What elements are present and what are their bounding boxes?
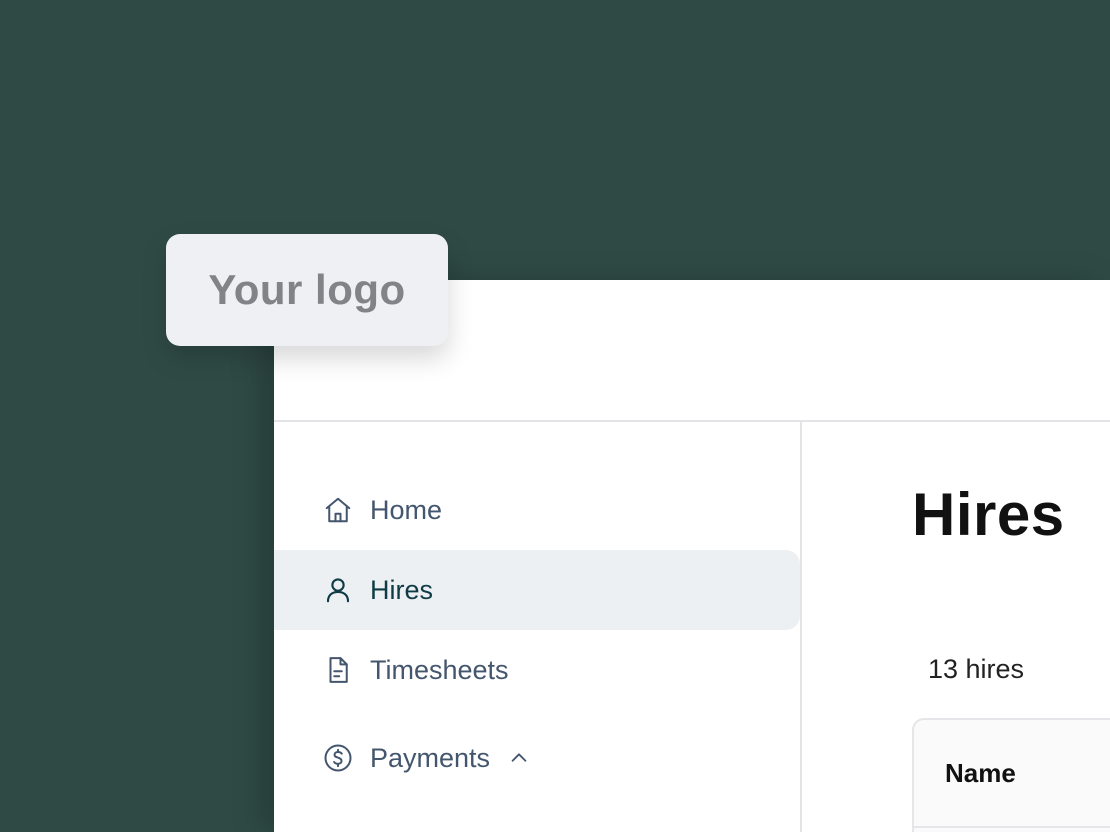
user-icon [322, 574, 354, 606]
hires-table: Name [912, 718, 1110, 832]
sidebar: Home Hires Timesheets Payments [274, 422, 802, 832]
hires-count: 13 hires [928, 654, 1025, 684]
chevron-up-icon[interactable] [508, 747, 530, 769]
app-stage: Home Hires Timesheets Payments Hires 13 … [0, 0, 1110, 832]
sidebar-item-hires[interactable]: Hires [274, 550, 800, 630]
dollar-circle-icon [322, 742, 354, 774]
sidebar-item-home[interactable]: Home [274, 470, 800, 550]
table-header: Name [914, 720, 1110, 828]
column-header-name[interactable]: Name [945, 758, 1016, 789]
home-icon [322, 494, 354, 526]
sidebar-item-timesheets[interactable]: Timesheets [274, 630, 800, 710]
main-content: Hires 13 hires Name [802, 422, 1110, 832]
sidebar-item-label: Hires [370, 574, 434, 605]
sidebar-item-payments[interactable]: Payments [274, 718, 800, 798]
sidebar-item-label: Home [370, 494, 443, 525]
sidebar-item-label: Timesheets [370, 654, 509, 685]
logo-text: Your logo [208, 266, 406, 313]
logo: Your logo [166, 234, 448, 346]
page-title: Hires [912, 481, 1065, 548]
app-window: Home Hires Timesheets Payments Hires 13 … [274, 280, 1110, 832]
document-icon [322, 654, 354, 686]
sidebar-item-label: Payments [370, 742, 491, 773]
